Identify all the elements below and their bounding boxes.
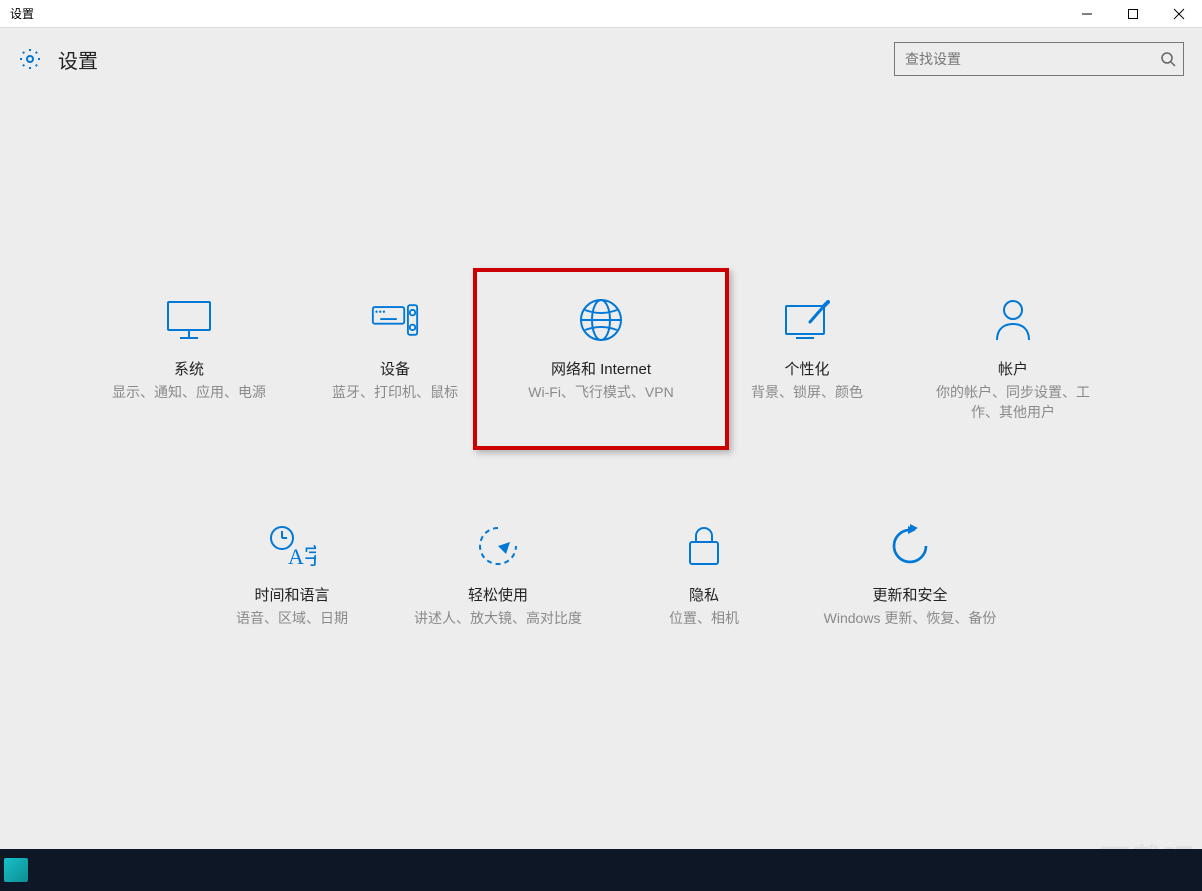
tile-privacy[interactable]: 隐私 位置、相机 xyxy=(604,512,804,639)
account-icon xyxy=(989,296,1037,344)
search-icon[interactable] xyxy=(1160,51,1176,67)
tile-title: 个性化 xyxy=(784,358,829,379)
globe-icon xyxy=(577,296,625,344)
tile-update-security[interactable]: 更新和安全 Windows 更新、恢复、备份 xyxy=(810,512,1010,639)
tile-desc: Wi-Fi、飞行模式、VPN xyxy=(528,383,673,403)
tile-desc: 讲述人、放大镜、高对比度 xyxy=(414,609,582,629)
taskbar[interactable] xyxy=(0,849,1202,891)
tile-devices[interactable]: 设备 蓝牙、打印机、鼠标 xyxy=(295,286,495,432)
taskbar-app-icon[interactable] xyxy=(4,858,28,882)
tile-desc: Windows 更新、恢复、备份 xyxy=(824,609,997,629)
personalize-icon xyxy=(783,296,831,344)
window-controls xyxy=(1064,0,1202,27)
tile-title: 系统 xyxy=(174,358,204,379)
time-language-icon: A字 xyxy=(268,522,316,570)
ease-icon xyxy=(474,522,522,570)
update-icon xyxy=(886,522,934,570)
window-title: 设置 xyxy=(10,5,34,22)
tile-desc: 背景、锁屏、颜色 xyxy=(751,383,863,403)
monitor-icon xyxy=(165,296,213,344)
tile-desc: 语音、区域、日期 xyxy=(236,609,348,629)
app-header: 设置 xyxy=(0,28,1202,76)
lock-icon xyxy=(680,522,728,570)
tile-title: 网络和 Internet xyxy=(551,358,651,379)
minimize-button[interactable] xyxy=(1064,0,1110,27)
svg-text:A字: A字 xyxy=(288,544,316,568)
settings-grid-row2: A字 时间和语言 语音、区域、日期 轻松使用 讲述人、放大镜、高对比度 隐私 位… xyxy=(0,512,1202,639)
tile-desc: 你的帐户、同步设置、工作、其他用户 xyxy=(923,383,1103,422)
tile-desc: 显示、通知、应用、电源 xyxy=(112,383,266,403)
tile-system[interactable]: 系统 显示、通知、应用、电源 xyxy=(89,286,289,432)
tile-title: 轻松使用 xyxy=(468,584,528,605)
gear-icon xyxy=(18,47,42,71)
tile-desc: 位置、相机 xyxy=(669,609,739,629)
tile-network[interactable]: 网络和 Internet Wi-Fi、飞行模式、VPN xyxy=(473,268,729,450)
tile-title: 设备 xyxy=(380,358,410,379)
tile-title: 帐户 xyxy=(998,358,1028,379)
search-input[interactable] xyxy=(894,42,1184,76)
tile-time-language[interactable]: A字 时间和语言 语音、区域、日期 xyxy=(192,512,392,639)
tile-title: 隐私 xyxy=(689,584,719,605)
titlebar: 设置 xyxy=(0,0,1202,28)
devices-icon xyxy=(371,296,419,344)
tile-personalization[interactable]: 个性化 背景、锁屏、颜色 xyxy=(707,286,907,432)
search-box xyxy=(894,42,1184,76)
tile-accounts[interactable]: 帐户 你的帐户、同步设置、工作、其他用户 xyxy=(913,286,1113,432)
maximize-button[interactable] xyxy=(1110,0,1156,27)
tile-desc: 蓝牙、打印机、鼠标 xyxy=(332,383,458,403)
tile-ease-of-access[interactable]: 轻松使用 讲述人、放大镜、高对比度 xyxy=(398,512,598,639)
settings-grid-row1: 系统 显示、通知、应用、电源 设备 蓝牙、打印机、鼠标 xyxy=(0,286,1202,432)
close-button[interactable] xyxy=(1156,0,1202,27)
page-title: 设置 xyxy=(58,45,98,74)
tile-title: 更新和安全 xyxy=(872,584,947,605)
tile-title: 时间和语言 xyxy=(254,584,329,605)
